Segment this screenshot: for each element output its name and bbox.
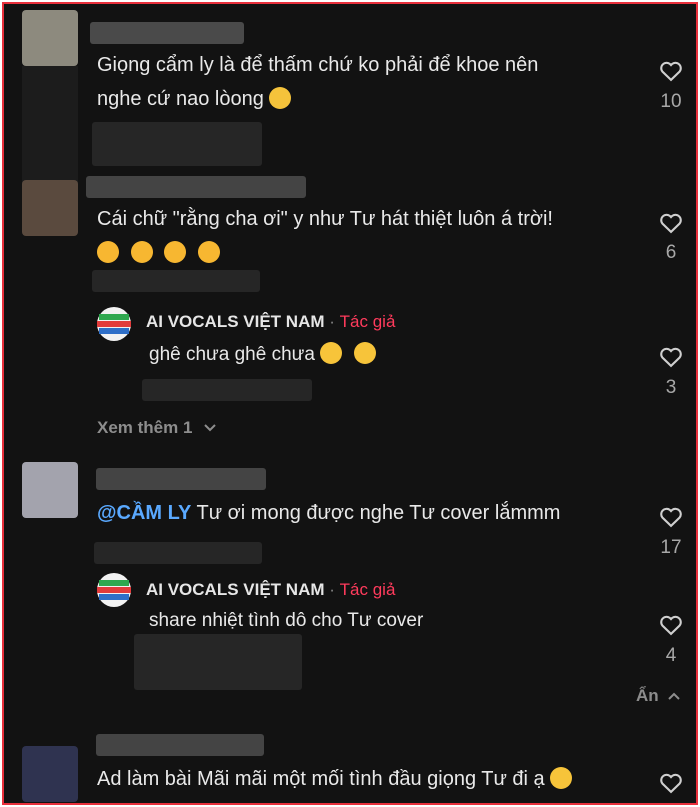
reply-author[interactable]: AI VOCALS VIỆT NAM	[146, 312, 325, 331]
meta-blurred	[92, 122, 262, 166]
face-with-hand-over-mouth-emoji	[550, 767, 573, 789]
username-blurred[interactable]	[86, 176, 306, 198]
username-blurred[interactable]	[96, 468, 266, 490]
avatar[interactable]	[22, 462, 78, 518]
heart-outline-icon[interactable]	[657, 502, 685, 530]
like-count: 10	[660, 91, 682, 112]
meta-blurred	[142, 379, 312, 401]
like-count: 3	[665, 377, 677, 398]
channel-logo-icon	[97, 573, 131, 607]
comment-text: @CẦM LY Tư ơi mong được nghe Tư cover lắ…	[97, 502, 561, 524]
like-count: 4	[665, 645, 677, 666]
like-count: 6	[665, 242, 677, 263]
smiling-face-with-hearts-emoji	[164, 241, 187, 263]
heart-outline-icon[interactable]	[657, 768, 685, 796]
reply-text: ghê chưa ghê chưa	[149, 338, 382, 372]
reply-header: AI VOCALS VIỆT NAM · Tác giả	[146, 580, 396, 599]
heart-outline-icon[interactable]	[657, 610, 685, 638]
like-count: 17	[660, 537, 682, 558]
username-blurred[interactable]	[90, 22, 244, 44]
avatar[interactable]	[22, 10, 78, 66]
smiling-face-with-hearts-emoji	[197, 241, 220, 263]
mention-link[interactable]: @CẦM LY	[97, 502, 191, 524]
meta-blurred	[94, 542, 262, 564]
reply-avatar[interactable]	[96, 572, 132, 608]
author-badge: Tác giả	[339, 312, 396, 331]
heart-outline-icon[interactable]	[657, 342, 685, 370]
heart-outline-icon[interactable]	[657, 56, 685, 84]
smiling-face-with-hearts-emoji	[97, 241, 119, 263]
meta-blurred	[134, 634, 302, 690]
heart-outline-icon[interactable]	[657, 208, 685, 236]
reply-text: share nhiệt tình dô cho Tư cover	[149, 610, 424, 631]
avatar-blur	[22, 66, 78, 186]
avatar[interactable]	[22, 746, 78, 802]
chevron-up-icon	[668, 692, 681, 700]
smiling-face-with-hearts-emoji	[130, 241, 153, 263]
frowning-face-emoji	[269, 87, 292, 109]
view-more-replies[interactable]: Xem thêm 1	[97, 418, 217, 438]
reply-author[interactable]: AI VOCALS VIỆT NAM	[146, 580, 325, 599]
reply-header: AI VOCALS VIỆT NAM · Tác giả	[146, 312, 396, 331]
avatar[interactable]	[22, 180, 78, 236]
comment-text: Giọng cẩm ly là để thấm chứ ko phải để k…	[97, 54, 539, 110]
comment-text: Ad làm bài Mãi mãi một mối tình đầu giọn…	[97, 762, 578, 796]
username-blurred[interactable]	[96, 734, 264, 756]
author-badge: Tác giả	[339, 580, 396, 599]
channel-logo-icon	[97, 307, 131, 341]
grinning-face-emoji	[320, 342, 343, 364]
hide-replies[interactable]: Ẩn	[636, 686, 681, 706]
comment-text: Cái chữ "rằng cha ơi" y như Tư hát thiệt…	[97, 202, 553, 270]
grinning-face-emoji	[353, 342, 376, 364]
comment-thread: Giọng cẩm ly là để thấm chứ ko phải để k…	[2, 2, 698, 805]
meta-blurred	[92, 270, 260, 292]
reply-avatar[interactable]	[96, 306, 132, 342]
chevron-down-icon	[204, 424, 216, 432]
